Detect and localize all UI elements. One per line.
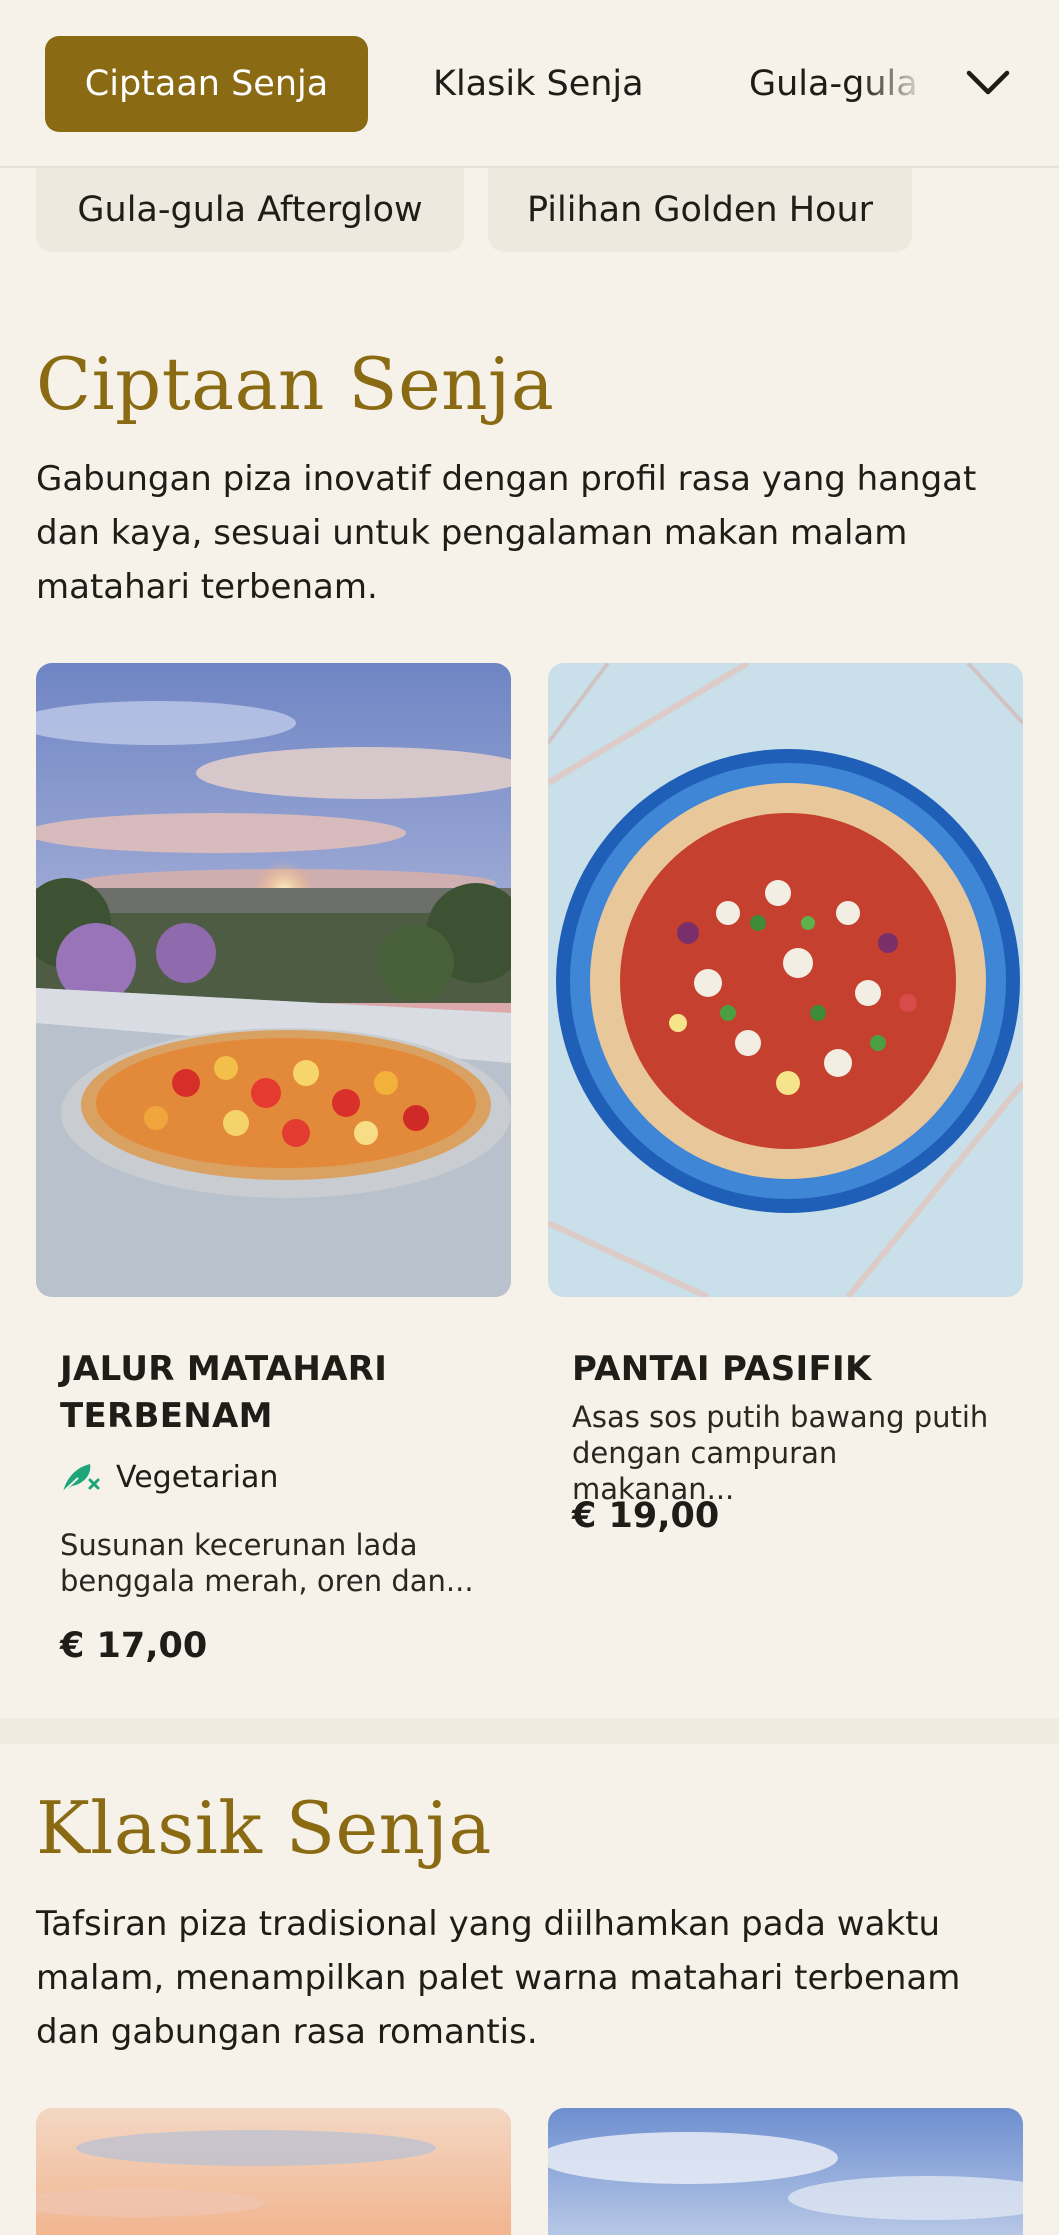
tab-ciptaan-senja[interactable]: Ciptaan Senja bbox=[45, 36, 368, 132]
pizza-description-pantai-pasifik: Asas sos putih bawang putih dengan campu… bbox=[572, 1400, 989, 1506]
section-description-klasik-senja: Tafsiran piza tradisional yang diilhamka… bbox=[36, 1904, 961, 2052]
section-divider bbox=[0, 1718, 1059, 1744]
vegetarian-leaf-icon bbox=[60, 1458, 102, 1496]
section-title-ciptaan-senja: Ciptaan Senja bbox=[36, 342, 555, 426]
tab-klasik-senja[interactable]: Klasik Senja bbox=[433, 36, 644, 132]
category-nav: Ciptaan Senja Klasik Senja Gula-gula Aft… bbox=[0, 0, 1059, 168]
section-description: Gabungan piza inovatif dengan profil ras… bbox=[36, 459, 977, 607]
pizza-image-jalur-matahari-terbenam[interactable] bbox=[36, 663, 511, 1297]
pizza-image-klasik-2[interactable] bbox=[548, 2108, 1023, 2235]
pizza-price-jalur-matahari-terbenam: € 17,00 bbox=[60, 1626, 208, 1666]
chevron-down-icon[interactable] bbox=[960, 55, 1016, 111]
nav-fade-overlay bbox=[860, 20, 950, 150]
chip-pilihan-golden-hour[interactable]: Pilihan Golden Hour bbox=[488, 168, 912, 252]
pizza-name-jalur-matahari-terbenam[interactable]: JALUR MATAHARI TERBENAM bbox=[60, 1346, 480, 1440]
pizza-price-pantai-pasifik: € 19,00 bbox=[572, 1496, 720, 1536]
pizza-image-klasik-1[interactable] bbox=[36, 2108, 511, 2235]
vegetarian-label: Vegetarian bbox=[116, 1459, 279, 1495]
section-title-klasik-senja: Klasik Senja bbox=[36, 1786, 492, 1870]
vegetarian-badge: Vegetarian bbox=[60, 1455, 278, 1499]
pizza-image-pantai-pasifik[interactable] bbox=[548, 663, 1023, 1297]
chip-gula-gula-afterglow[interactable]: Gula-gula Afterglow bbox=[36, 168, 464, 252]
pizza-name-pantai-pasifik[interactable]: PANTAI PASIFIK bbox=[572, 1346, 992, 1393]
pizza-description-jalur-matahari-terbenam: Susunan kecerunan lada benggala merah, o… bbox=[60, 1528, 474, 1598]
